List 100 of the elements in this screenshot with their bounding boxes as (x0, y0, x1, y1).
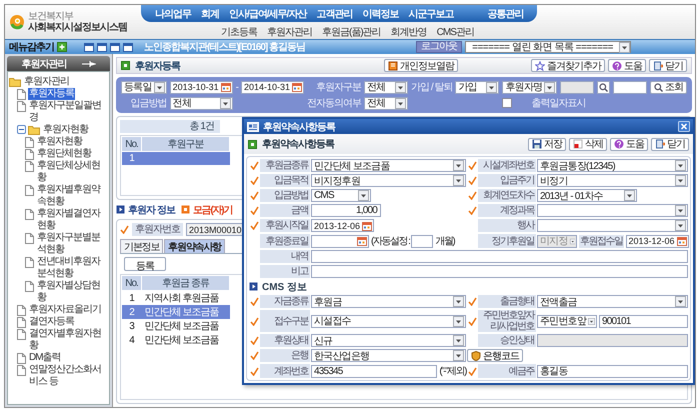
tree-item[interactable]: 후원자현황 (42, 124, 89, 136)
tree-item[interactable]: 후원자구분일괄변경 (28, 100, 108, 124)
input-field[interactable] (311, 250, 688, 263)
submenu-item[interactable]: 회계반영 (390, 25, 427, 39)
tree-item[interactable]: 결연자등록 (28, 316, 75, 328)
dropdown[interactable]: 등록일 (121, 80, 167, 94)
input-field[interactable] (411, 234, 434, 248)
toolbar-button[interactable]: 저장 (528, 138, 566, 150)
dropdown[interactable]: 후원금 (311, 295, 466, 308)
menu-item[interactable]: 인사/급여/세무/자산 (229, 6, 306, 20)
tab[interactable]: 기본정보 (120, 239, 164, 253)
window-icon[interactable] (110, 42, 120, 52)
submenu-item[interactable]: 후원자관리 (267, 25, 312, 39)
menu-item[interactable]: 이력정보 (362, 6, 398, 20)
menu-item[interactable]: 공통관리 (487, 6, 524, 20)
star-icon (535, 60, 545, 70)
toolbar-button[interactable]: 도움 (610, 138, 648, 150)
menu-item[interactable]: 회계 (201, 6, 219, 20)
toolbar-button[interactable]: 즐겨찾기추가 (531, 59, 605, 72)
field-label: 후원상태 (260, 334, 310, 347)
bank-code-button[interactable]: 은행코드 (467, 349, 523, 362)
collapse-icon[interactable] (17, 125, 26, 134)
calendar-icon[interactable] (676, 236, 687, 246)
toolbar-button[interactable]: 닫기 (649, 59, 687, 72)
dropdown[interactable]: CMS (311, 189, 371, 202)
input-field[interactable]: 900101 (599, 314, 688, 328)
submenu-item[interactable]: 후원금(품)관리 (322, 25, 381, 39)
table-row[interactable]: 1 지역사회 후원금품 (122, 290, 230, 305)
calendar-icon[interactable] (220, 82, 231, 92)
query-button[interactable]: 조회 (650, 80, 687, 94)
tab[interactable]: 후원약속사항 (164, 239, 226, 253)
date-field[interactable]: 2014-10-31 (241, 80, 304, 94)
dropdown[interactable]: 주민번호앞 (537, 314, 597, 328)
submenu-item[interactable]: CMS관리 (436, 25, 474, 39)
calendar-icon[interactable] (357, 236, 367, 246)
tree-item[interactable]: 후원단체상세현황 (36, 160, 108, 184)
tree-item[interactable]: 후원자등록 (28, 88, 75, 100)
dropdown[interactable]: 신규 (311, 334, 466, 347)
dropdown[interactable]: 전액출금 (537, 295, 688, 308)
date-field[interactable] (311, 234, 369, 248)
add-button[interactable]: 등록 (124, 257, 166, 271)
input-field[interactable] (537, 334, 688, 347)
date-field[interactable]: 2013-12-06 (626, 234, 689, 248)
calendar-icon[interactable] (292, 82, 302, 92)
tree-item[interactable]: DM출력 (28, 352, 62, 364)
dropdown[interactable]: 한국산업은행 (311, 349, 466, 362)
table-row[interactable]: 2 민간단체 보조금품 (122, 305, 230, 319)
table-row[interactable]: 3 민간단체 보조금품 (122, 319, 230, 333)
tree-item[interactable]: 결연자별후원자현황 (28, 328, 108, 352)
input-field[interactable]: 435345 (311, 364, 438, 378)
dropdown[interactable]: 민간단체 보조금품 (311, 159, 466, 172)
dropdown[interactable]: 비정기 (537, 174, 688, 187)
tree-item[interactable]: 후원자현황 (36, 136, 83, 148)
dropdown[interactable]: 후원금통장(12345) (537, 159, 688, 172)
tree-item[interactable]: 후원자구분별분석현황 (36, 232, 108, 256)
toolbar-button[interactable]: 삭제 (569, 138, 607, 150)
toolbar-button[interactable]: 개인정보열람 (384, 59, 458, 72)
date-field[interactable]: 2013-12-06 (311, 219, 374, 232)
hide-menu-link[interactable]: 메뉴감추기 (9, 40, 54, 54)
table-row[interactable]: 4 민간단체 보조금품 (122, 333, 230, 347)
tree-item[interactable]: 후원단체현황 (36, 148, 92, 160)
submenu-item[interactable]: 기초등록 (221, 25, 257, 39)
menu-item[interactable]: 시군구보고 (408, 6, 454, 20)
dropdown[interactable]: 후원자명 (502, 80, 558, 94)
tree-item[interactable]: 연말정산간소화서비스 등 (28, 364, 108, 388)
toolbar-button[interactable]: 도움 (608, 59, 646, 72)
input-field[interactable] (311, 265, 688, 278)
dropdown[interactable] (537, 219, 688, 232)
dropdown[interactable]: 2013년 - 01차수 (537, 189, 637, 202)
dropdown[interactable] (537, 204, 688, 217)
tree-item[interactable]: 후원자관리 (23, 76, 70, 88)
input-field[interactable]: 홍길동 (537, 364, 688, 378)
close-icon[interactable] (678, 121, 690, 132)
tree-item[interactable]: 전년대비후원자분석현황 (36, 256, 108, 280)
window-icon[interactable] (123, 42, 133, 52)
input-field[interactable]: 2013M00010 (186, 223, 244, 236)
dropdown[interactable]: 가입 (455, 80, 500, 94)
open-screens-dropdown[interactable]: ======= 열린 화면 목록 ======= (465, 41, 631, 53)
dropdown[interactable]: 비지정후원 (311, 174, 466, 187)
input-field[interactable]: 1,000 (311, 204, 381, 217)
tree-item[interactable]: 후원자별결연자현황 (36, 208, 108, 232)
toolbar-button[interactable]: 닫기 (651, 138, 689, 150)
dropdown[interactable]: 전체 (364, 80, 408, 94)
input-field[interactable] (613, 80, 647, 94)
date-field[interactable]: 2013-10-31 (170, 80, 233, 94)
menu-item[interactable]: 나의업무 (155, 6, 191, 20)
search-button[interactable] (597, 80, 610, 94)
dropdown[interactable]: 전체 (364, 96, 408, 110)
tree-item[interactable]: 후원자자료올리기 (28, 304, 102, 316)
window-icon[interactable] (97, 42, 107, 52)
tree-item[interactable]: 후원자별상담현황 (36, 280, 108, 304)
dropdown[interactable]: 전체 (170, 96, 233, 110)
dropdown[interactable]: 시설접수 (311, 314, 466, 328)
checkbox[interactable] (502, 98, 512, 108)
calendar-icon[interactable] (362, 220, 372, 230)
menu-item[interactable]: 고객관리 (316, 6, 352, 20)
input-field[interactable] (560, 80, 594, 94)
window-icon[interactable] (84, 42, 94, 52)
tree-item[interactable]: 후원자별후원약속현황 (36, 184, 108, 208)
add-icon[interactable] (57, 42, 67, 52)
